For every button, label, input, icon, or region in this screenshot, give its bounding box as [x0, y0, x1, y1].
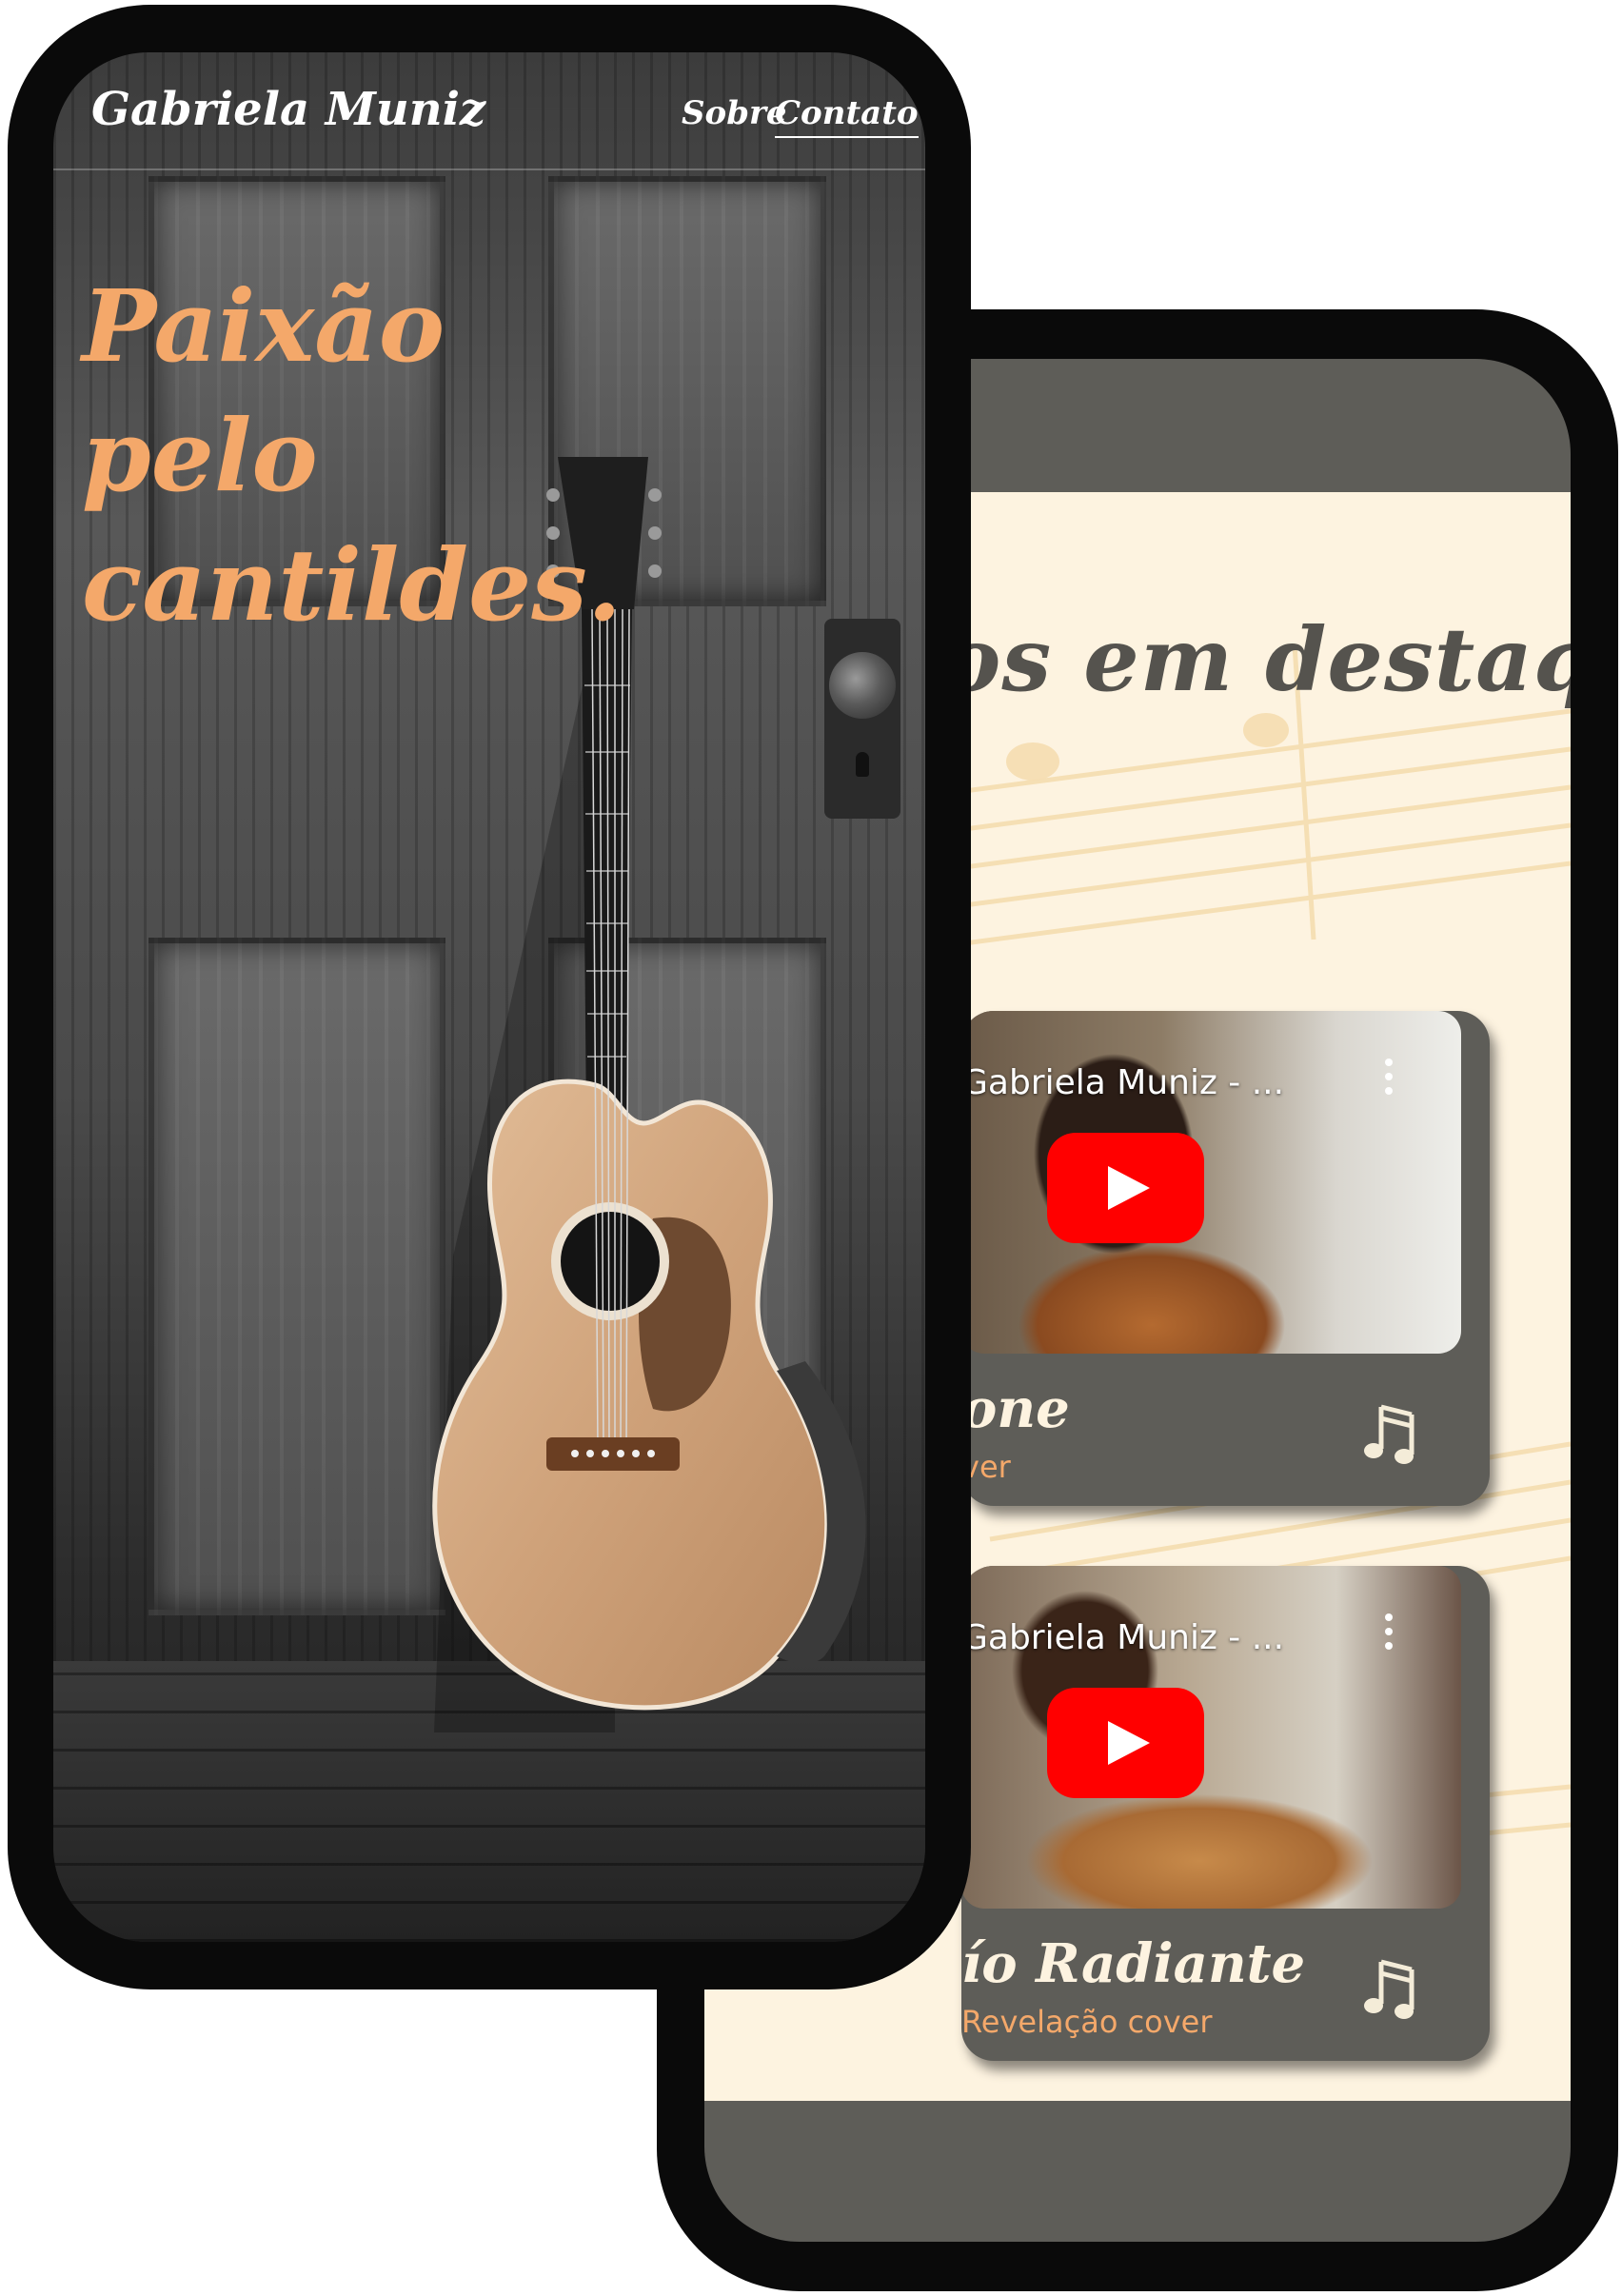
hero-section: Gabriela Muniz Sobre Contato Paixão pelo… — [53, 52, 925, 1942]
youtube-play-icon[interactable] — [1047, 1688, 1204, 1798]
music-notes-icon — [1364, 1959, 1414, 2019]
music-notes-icon — [1364, 1404, 1414, 1464]
video-card[interactable]: Gabriela Muniz - ... ío Radiante Revelaç… — [961, 1566, 1490, 2061]
nav-link-contato[interactable]: Contato — [775, 94, 919, 138]
kebab-menu-icon[interactable] — [1385, 1059, 1395, 1102]
song-title: one — [961, 1377, 1070, 1440]
front-phone-frame: Gabriela Muniz Sobre Contato Paixão pelo… — [8, 5, 971, 1989]
song-subtitle: Revelação cover — [961, 2004, 1213, 2040]
song-title: ío Radiante — [961, 1932, 1306, 1995]
top-navigation: Gabriela Muniz Sobre Contato — [53, 52, 925, 170]
video-thumbnail[interactable]: Gabriela Muniz - ... — [961, 1566, 1461, 1909]
video-thumbnail-title: Gabriela Muniz - ... — [961, 1063, 1285, 1102]
nav-link-sobre[interactable]: Sobre — [682, 94, 787, 132]
brand-logo[interactable]: Gabriela Muniz — [91, 83, 485, 136]
video-thumbnail[interactable]: Gabriela Muniz - ... — [961, 1011, 1461, 1354]
kebab-menu-icon[interactable] — [1385, 1613, 1395, 1657]
youtube-play-icon[interactable] — [1047, 1133, 1204, 1243]
video-thumbnail-title: Gabriela Muniz - ... — [961, 1618, 1285, 1657]
section-title: os em destaque — [942, 608, 1571, 711]
hero-title: Paixão pelo cantildes. — [82, 267, 623, 643]
video-card[interactable]: Gabriela Muniz - ... one ver — [961, 1011, 1490, 1506]
